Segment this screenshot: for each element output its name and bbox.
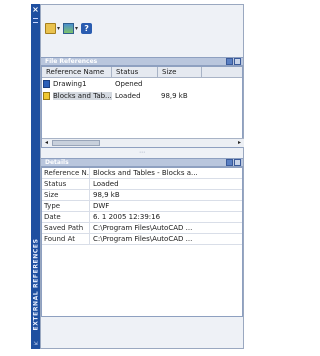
details-row: Found At C:\Program Files\AutoCAD ... bbox=[42, 234, 242, 245]
pane-splitter[interactable]: ⋯ bbox=[41, 148, 243, 158]
details-row: Status Loaded bbox=[42, 179, 242, 190]
drawing-icon bbox=[43, 80, 50, 88]
column-header-size[interactable]: Size bbox=[158, 67, 202, 77]
help-button[interactable]: ? bbox=[81, 21, 93, 35]
property-name: Status bbox=[42, 179, 90, 189]
horizontal-scrollbar[interactable]: ◂ ▸ bbox=[42, 138, 244, 147]
property-name: Size bbox=[42, 190, 90, 200]
scroll-thumb[interactable] bbox=[52, 140, 100, 146]
preview-icon[interactable] bbox=[234, 159, 241, 166]
property-value: DWF bbox=[93, 202, 110, 210]
image-button[interactable]: ▾ bbox=[63, 21, 78, 35]
reference-status: Loaded bbox=[115, 92, 141, 100]
list-item[interactable]: Drawing1 Opened bbox=[42, 78, 242, 90]
attach-button[interactable]: ▾ bbox=[45, 21, 60, 35]
toolbar: ▾ ▾ ? bbox=[41, 5, 243, 57]
details-row: Size 98,9 kB bbox=[42, 190, 242, 201]
tree-view-icon[interactable] bbox=[234, 58, 241, 65]
section-title: File References bbox=[45, 58, 98, 65]
file-references-header[interactable]: File References bbox=[41, 57, 243, 66]
list-item[interactable]: Blocks and Tab... Loaded 98,9 kB bbox=[42, 90, 242, 102]
reference-name: Blocks and Tab... bbox=[53, 92, 112, 100]
list-view-icon[interactable] bbox=[226, 58, 233, 65]
image-icon bbox=[63, 22, 75, 34]
reference-name: Drawing1 bbox=[53, 80, 87, 88]
property-value: 98,9 kB bbox=[93, 191, 120, 199]
help-icon: ? bbox=[81, 22, 93, 34]
property-name: Type bbox=[42, 201, 90, 211]
property-value[interactable]: Blocks and Tables - Blocks a... bbox=[90, 168, 242, 178]
property-name: Date bbox=[42, 212, 90, 222]
file-references-list: Reference Name Status Size Drawing1 Open… bbox=[41, 66, 244, 148]
details-row: Saved Path C:\Program Files\AutoCAD ... bbox=[42, 223, 242, 234]
property-name: Saved Path bbox=[42, 223, 90, 233]
details-row: Date 6. 1 2005 12:39:16 bbox=[42, 212, 242, 223]
external-references-palette: ▾ ▾ ? File References Reference Name Sta… bbox=[40, 4, 244, 349]
attach-icon bbox=[45, 22, 56, 34]
palette-title-strip: × EXTERNAL REFERENCES ⇲ bbox=[31, 4, 40, 349]
property-name: Found At bbox=[42, 234, 90, 244]
xref-icon bbox=[43, 92, 50, 100]
close-icon[interactable]: × bbox=[31, 5, 40, 15]
chevron-down-icon[interactable]: ▾ bbox=[75, 25, 78, 32]
column-headers: Reference Name Status Size bbox=[42, 67, 242, 78]
grip-icon[interactable] bbox=[33, 18, 38, 23]
details-grid: Reference N... Blocks and Tables - Block… bbox=[41, 167, 243, 317]
property-value: C:\Program Files\AutoCAD ... bbox=[93, 235, 193, 243]
chevron-down-icon[interactable]: ▾ bbox=[57, 25, 60, 32]
property-value: Loaded bbox=[93, 180, 119, 188]
scroll-left-icon[interactable]: ◂ bbox=[42, 139, 51, 147]
property-value: 6. 1 2005 12:39:16 bbox=[93, 213, 161, 221]
details-view-icon[interactable] bbox=[226, 159, 233, 166]
details-row: Reference N... Blocks and Tables - Block… bbox=[42, 168, 242, 179]
details-header[interactable]: Details bbox=[41, 158, 243, 167]
reference-status: Opened bbox=[115, 80, 143, 88]
column-header-reference-name[interactable]: Reference Name bbox=[42, 67, 112, 77]
property-value: C:\Program Files\AutoCAD ... bbox=[93, 224, 193, 232]
reference-size: 98,9 kB bbox=[161, 92, 188, 100]
details-row: Type DWF bbox=[42, 201, 242, 212]
properties-icon[interactable]: ⇲ bbox=[31, 341, 40, 347]
scroll-right-icon[interactable]: ▸ bbox=[235, 139, 244, 147]
column-header-status[interactable]: Status bbox=[112, 67, 158, 77]
section-title: Details bbox=[45, 159, 69, 166]
property-name: Reference N... bbox=[44, 168, 90, 178]
